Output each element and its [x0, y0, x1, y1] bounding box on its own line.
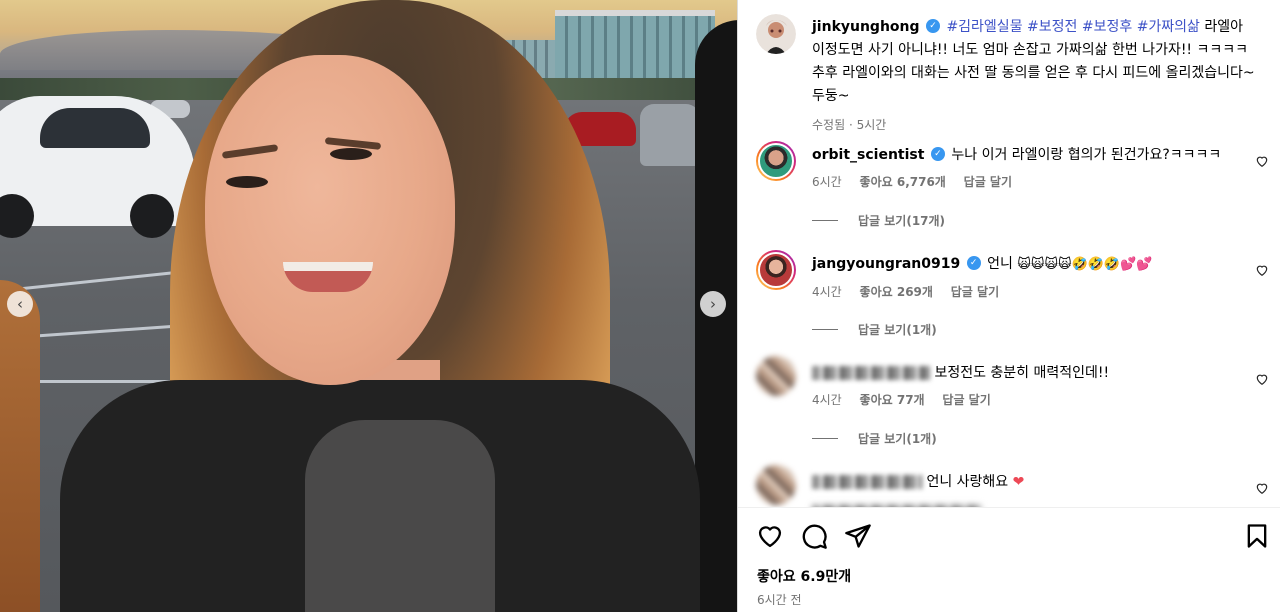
- comment-time[interactable]: 4시간: [812, 393, 842, 407]
- comment-time[interactable]: 4시간: [812, 285, 842, 299]
- car: [0, 96, 195, 238]
- comment-like-icon[interactable]: [1255, 372, 1269, 386]
- hashtag[interactable]: #보정전: [1027, 19, 1077, 35]
- commenter-avatar[interactable]: [756, 465, 796, 505]
- heart-icon[interactable]: [756, 522, 784, 550]
- caption-time[interactable]: 5시간: [857, 118, 887, 132]
- comment-emojis: 🙀🙀🙀🙀🤣🤣🤣💕💕: [1017, 257, 1153, 272]
- view-replies-button[interactable]: 답글 보기(17개): [812, 212, 945, 229]
- reply-button[interactable]: 답글 달기: [942, 393, 990, 407]
- author-username[interactable]: jinkyunghong: [812, 19, 920, 35]
- hashtag[interactable]: #김라엘실물: [946, 19, 1022, 35]
- comment-like-icon[interactable]: [1255, 481, 1269, 495]
- commenter-avatar[interactable]: [756, 141, 796, 181]
- comment-username[interactable]: jangyoungran0919: [812, 256, 960, 272]
- comment-likes[interactable]: 좋아요 77개: [860, 393, 925, 407]
- person-silhouette: [0, 280, 40, 612]
- comment-time[interactable]: 6시간: [812, 175, 842, 189]
- reply-button[interactable]: 답글 달기: [951, 285, 999, 299]
- red-heart-emoji: ❤: [1012, 474, 1025, 490]
- verified-icon: ✓: [930, 147, 945, 161]
- comments-panel: jinkyunghong ✓ #김라엘실물 #보정전 #보정후 #가짜의삶 라엘…: [737, 0, 1280, 612]
- hashtag[interactable]: #가짜의삶: [1137, 19, 1200, 35]
- car: [640, 104, 700, 166]
- comment-username[interactable]: orbit_scientist: [812, 147, 924, 163]
- comment-like-icon[interactable]: [1255, 263, 1269, 277]
- bookmark-icon[interactable]: [1243, 522, 1271, 550]
- author-avatar[interactable]: [756, 14, 796, 54]
- posted-time[interactable]: 6시간 전: [757, 591, 802, 608]
- comment-text: 보정전도 충분히 매력적인데!!: [934, 365, 1110, 381]
- view-replies-button[interactable]: 답글 보기(1개): [812, 321, 937, 338]
- comment-meta-hidden: [812, 499, 1242, 507]
- verified-icon: ✓: [966, 256, 981, 270]
- commenter-avatar[interactable]: [756, 356, 796, 396]
- comment-text: 언니 사랑해요: [926, 474, 1009, 490]
- post-caption: jinkyunghong ✓ #김라엘실물 #보정전 #보정후 #가짜의삶 라엘…: [812, 16, 1257, 137]
- face: [205, 55, 455, 385]
- prev-media-button[interactable]: ‹: [7, 291, 33, 317]
- comment-likes[interactable]: 좋아요 269개: [860, 285, 933, 299]
- eye: [226, 176, 268, 188]
- next-media-button[interactable]: ›: [700, 291, 726, 317]
- post-action-bar: 좋아요 6.9만개 6시간 전: [738, 507, 1280, 612]
- edited-label: 수정됨: [812, 118, 846, 132]
- share-icon[interactable]: [844, 522, 872, 550]
- shirt: [305, 420, 495, 612]
- comment-icon[interactable]: [800, 522, 828, 550]
- comment-likes[interactable]: 좋아요 6,776개: [860, 175, 946, 189]
- hidden-username[interactable]: [812, 366, 930, 380]
- comment-like-icon[interactable]: [1255, 154, 1269, 168]
- comment-text: 누나 이거 라엘이랑 협의가 된건가요?ㅋㅋㅋㅋ: [951, 147, 1222, 163]
- post-image[interactable]: ‹ ›: [0, 0, 737, 612]
- comment-meta: 4시간 좋아요 77개 답글 달기: [812, 390, 1242, 410]
- comments-scroll-area[interactable]: jinkyunghong ✓ #김라엘실물 #보정전 #보정후 #가짜의삶 라엘…: [738, 0, 1280, 507]
- comment-text: 언니: [987, 256, 1013, 272]
- verified-icon: ✓: [925, 19, 940, 33]
- comment-meta: 6시간 좋아요 6,776개 답글 달기: [812, 172, 1242, 192]
- like-count[interactable]: 좋아요 6.9만개: [757, 566, 851, 586]
- view-replies-button[interactable]: 답글 보기(1개): [812, 430, 937, 447]
- hidden-username[interactable]: [812, 475, 922, 489]
- comment: orbit_scientist ✓ 누나 이거 라엘이랑 협의가 된건가요?ㅋㅋ…: [812, 145, 1242, 192]
- comment: 언니 사랑해요 ❤: [812, 472, 1242, 507]
- eye: [330, 148, 372, 160]
- hashtag[interactable]: #보정후: [1082, 19, 1132, 35]
- comment-meta: 4시간 좋아요 269개 답글 달기: [812, 282, 1242, 302]
- reply-button[interactable]: 답글 달기: [964, 175, 1012, 189]
- commenter-avatar[interactable]: [756, 250, 796, 290]
- comment: jangyoungran0919 ✓ 언니 🙀🙀🙀🙀🤣🤣🤣💕💕 4시간 좋아요 …: [812, 254, 1242, 302]
- comment: 보정전도 충분히 매력적인데!! 4시간 좋아요 77개 답글 달기: [812, 363, 1242, 410]
- caption-meta: 수정됨 · 5시간: [812, 118, 887, 132]
